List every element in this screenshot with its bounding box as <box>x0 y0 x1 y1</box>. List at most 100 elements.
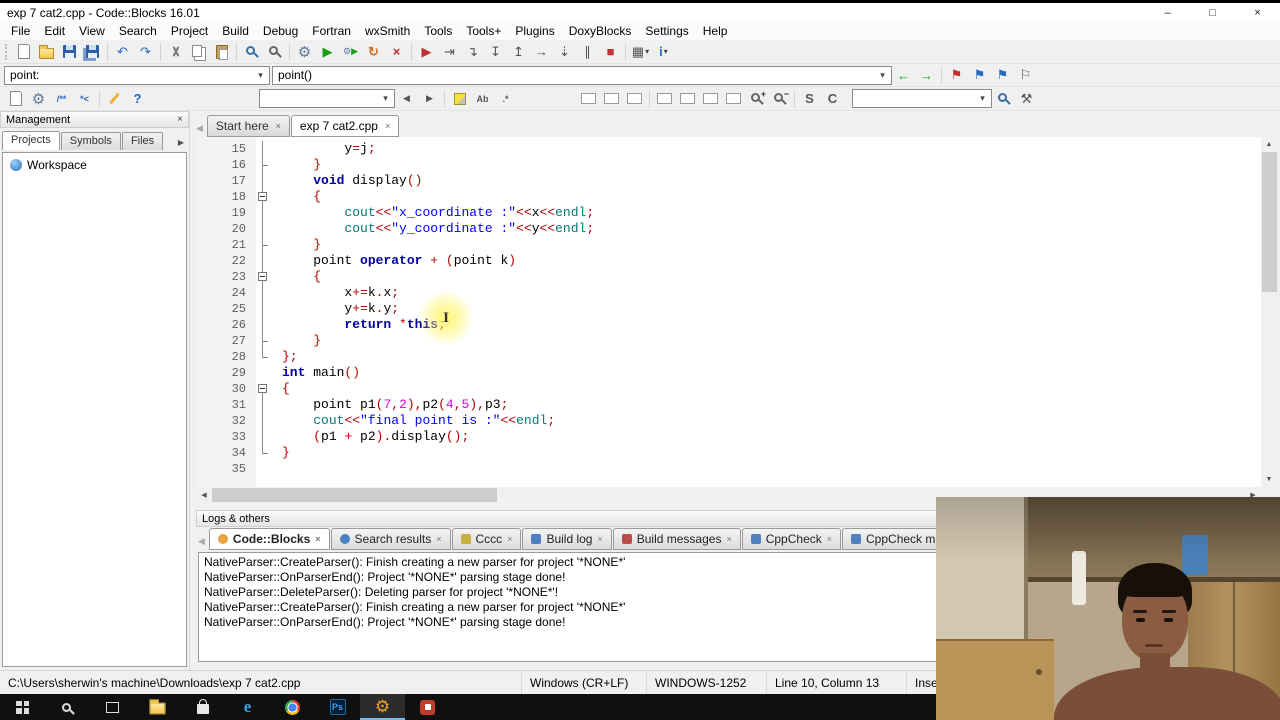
break-debugger-button[interactable]: ∥ <box>576 41 599 63</box>
goto-next-button[interactable]: → <box>915 64 938 86</box>
chevron-down-icon[interactable]: ▾ <box>377 90 394 107</box>
save-all-button[interactable] <box>81 41 104 63</box>
regex-button[interactable]: .* <box>494 88 517 110</box>
rebuild-button[interactable]: ↻ <box>362 41 385 63</box>
panel-toggle-button[interactable] <box>623 88 646 110</box>
maximize-button[interactable]: □ <box>1190 3 1235 22</box>
taskbar-search-button[interactable] <box>45 694 90 720</box>
close-button[interactable]: × <box>1235 3 1280 22</box>
zoom-in-button[interactable]: + <box>745 88 768 110</box>
spellcheck-button[interactable]: S <box>798 88 821 110</box>
chevron-down-icon[interactable]: ▾ <box>974 90 991 107</box>
zoom-out-button[interactable]: − <box>768 88 791 110</box>
compile-button[interactable]: ⚙ <box>293 41 316 63</box>
replace-button[interactable] <box>263 41 286 63</box>
vertical-scrollbar[interactable]: ▲ ▼ <box>1261 137 1278 487</box>
redo-button[interactable]: ↷ <box>134 41 157 63</box>
task-view-button[interactable] <box>90 694 135 720</box>
log-tab-build-log[interactable]: Build log × <box>522 528 612 550</box>
menu-settings[interactable]: Settings <box>638 22 695 40</box>
editor-tab-start-here[interactable]: Start here × <box>206 115 290 137</box>
next-instruction-button[interactable]: → <box>530 41 553 63</box>
scope-combobox[interactable]: point: ▾ <box>4 65 270 85</box>
fold-margin[interactable] <box>256 381 270 397</box>
panel-toggle-button[interactable] <box>653 88 676 110</box>
toggle-bookmark-button[interactable]: ⚑ <box>945 64 968 86</box>
doxyblocks-block-comment-button[interactable]: /** <box>50 88 73 110</box>
store-button[interactable] <box>180 694 225 720</box>
close-tab-icon[interactable]: × <box>385 121 390 131</box>
tab-files[interactable]: Files <box>121 132 164 150</box>
search-previous-button[interactable]: ◀ <box>395 88 418 110</box>
fold-collapse-icon[interactable] <box>258 192 267 201</box>
fold-collapse-icon[interactable] <box>258 272 267 281</box>
chrome-button[interactable] <box>270 694 315 720</box>
start-button[interactable] <box>0 694 45 720</box>
debug-continue-button[interactable]: ▶ <box>415 41 438 63</box>
panel-toggle-button[interactable] <box>722 88 745 110</box>
fold-collapse-icon[interactable] <box>258 384 267 393</box>
tab-scroll-right-icon[interactable]: ▶ <box>178 138 186 147</box>
highlight-occurrences-button[interactable] <box>448 88 471 110</box>
tools-button[interactable]: ⚒ <box>1015 88 1038 110</box>
menu-file[interactable]: File <box>4 22 37 40</box>
horizontal-scroll-thumb[interactable] <box>212 488 497 502</box>
copy-button[interactable] <box>187 41 210 63</box>
tab-symbols[interactable]: Symbols <box>60 132 121 150</box>
chevron-down-icon[interactable]: ▾ <box>252 67 269 84</box>
paste-button[interactable] <box>210 41 233 63</box>
menu-doxyblocks[interactable]: DoxyBlocks <box>562 22 639 40</box>
codeblocks-taskbar-button[interactable]: ⚙ <box>360 694 405 720</box>
panel-toggle-button[interactable] <box>577 88 600 110</box>
log-tab-cccc[interactable]: Cccc × <box>451 528 522 550</box>
tab-scroll-left-icon[interactable]: ◀ <box>198 536 209 550</box>
close-tab-icon[interactable]: × <box>436 534 441 544</box>
file-explorer-button[interactable] <box>135 694 180 720</box>
toolbar-gripper[interactable] <box>5 43 8 60</box>
code-area[interactable]: 15 y=j; 16 } 17 void display() 18 {19 cout<… <box>196 137 1261 487</box>
fold-margin[interactable] <box>256 189 270 205</box>
close-tab-icon[interactable]: × <box>276 121 281 131</box>
editor-tab-exp-7-cat2-cpp[interactable]: exp 7 cat2.cpp × <box>290 115 400 137</box>
open-file-button[interactable] <box>35 41 58 63</box>
clear-bookmarks-button[interactable]: ⚐ <box>1014 64 1037 86</box>
abort-build-button[interactable]: × <box>385 41 408 63</box>
close-tab-icon[interactable]: × <box>726 534 731 544</box>
panel-toggle-button[interactable] <box>676 88 699 110</box>
search-next-button[interactable]: ▶ <box>418 88 441 110</box>
menu-search[interactable]: Search <box>112 22 164 40</box>
step-into-button[interactable]: ↧ <box>484 41 507 63</box>
log-tab-cppcheck[interactable]: CppCheck × <box>741 528 842 550</box>
panel-toggle-button[interactable] <box>699 88 722 110</box>
cut-button[interactable] <box>164 41 187 63</box>
search-combobox[interactable]: ▾ <box>852 89 992 108</box>
menu-build[interactable]: Build <box>215 22 256 40</box>
new-file-button[interactable] <box>12 41 35 63</box>
undo-button[interactable]: ↶ <box>111 41 134 63</box>
help-button[interactable]: ? <box>126 88 149 110</box>
minimize-button[interactable]: – <box>1145 3 1190 22</box>
function-combobox[interactable]: point() ▾ <box>272 65 892 85</box>
scroll-up-icon[interactable]: ▲ <box>1261 137 1277 152</box>
goto-previous-button[interactable]: ← <box>892 64 915 86</box>
doxyblocks-extract-button[interactable] <box>4 88 27 110</box>
workspace-tree-item[interactable]: Workspace <box>3 153 186 177</box>
find-button[interactable] <box>240 41 263 63</box>
log-tab-code-blocks[interactable]: Code::Blocks × <box>208 528 330 550</box>
match-case-button[interactable]: Ab <box>471 88 494 110</box>
close-tab-icon[interactable]: × <box>597 534 602 544</box>
edit-button[interactable] <box>103 88 126 110</box>
recorder-app-button[interactable] <box>405 694 450 720</box>
debugging-windows-button[interactable]: ▦ ▾ <box>629 41 652 63</box>
vertical-scroll-thumb[interactable] <box>1262 152 1277 292</box>
menu-tools[interactable]: Tools <box>417 22 459 40</box>
menu-debug[interactable]: Debug <box>256 22 305 40</box>
various-info-button[interactable]: i ▾ <box>652 41 675 63</box>
menu-fortran[interactable]: Fortran <box>305 22 358 40</box>
log-tab-build-messages[interactable]: Build messages × <box>612 528 741 550</box>
menu-project[interactable]: Project <box>164 22 215 40</box>
next-line-button[interactable]: ↴ <box>461 41 484 63</box>
step-into-instruction-button[interactable]: ⇣ <box>553 41 576 63</box>
photoshop-button[interactable]: Ps <box>315 694 360 720</box>
fold-margin[interactable] <box>256 269 270 285</box>
